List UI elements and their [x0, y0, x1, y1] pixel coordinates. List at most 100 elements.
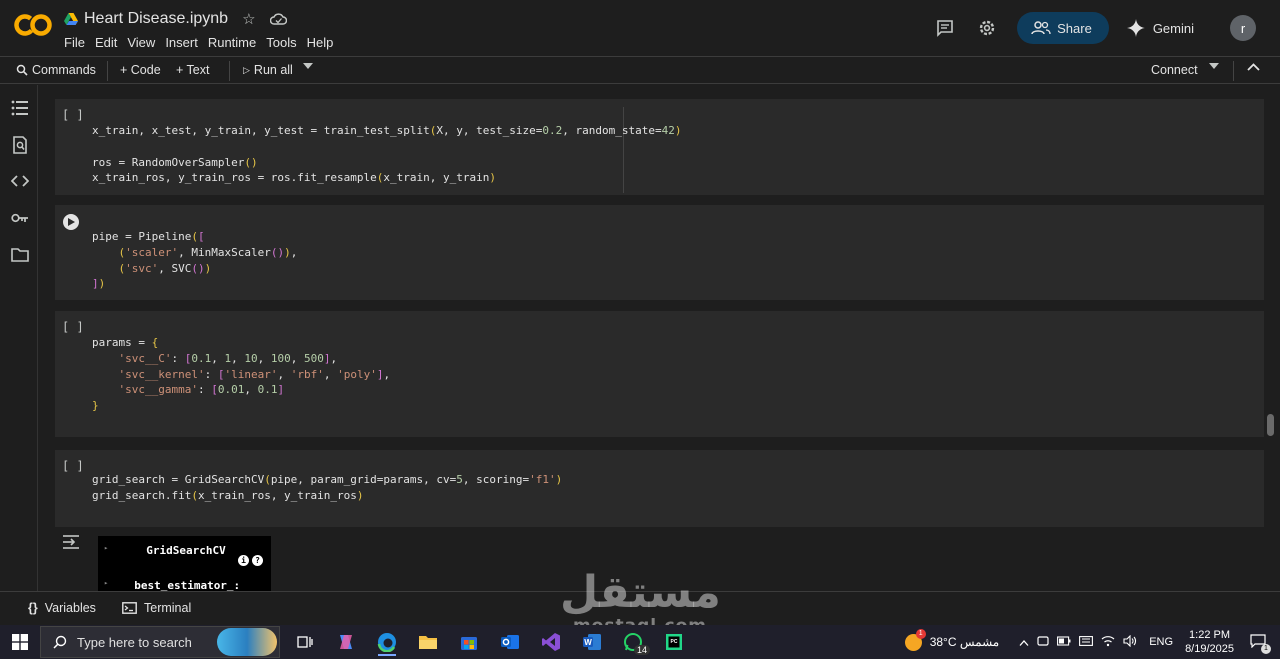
windows-start-icon[interactable]	[12, 634, 28, 650]
microsoft-store-icon[interactable]	[454, 628, 484, 656]
whatsapp-badge: 14	[633, 645, 650, 655]
code-cell[interactable]: [ ] params = { 'svc__C': [0.1, 1, 10, 10…	[55, 311, 1264, 437]
outlook-icon[interactable]	[495, 628, 525, 656]
copilot-icon[interactable]	[331, 628, 361, 656]
file-explorer-icon[interactable]	[413, 628, 443, 656]
cell-execution-count[interactable]: [ ]	[62, 320, 84, 334]
run-all-dropdown-chevron-down-icon[interactable]	[303, 63, 313, 69]
clock-time: 1:22 PM	[1189, 629, 1231, 641]
gridsearch-title: GridSearchCV	[146, 544, 226, 557]
variables-label: Variables	[44, 601, 96, 615]
secrets-key-icon[interactable]	[11, 209, 29, 227]
braces-icon: {}	[28, 601, 38, 615]
system-tray: 1 38°C مشمس ENG 1:22 PM 8/19/2025 1	[904, 625, 1280, 659]
gridsearch-header[interactable]: ▸ GridSearchCV	[104, 544, 226, 557]
menu-insert[interactable]: Insert	[165, 35, 198, 50]
search-highlight-image-icon	[217, 628, 277, 656]
weather-badge: 1	[915, 628, 926, 639]
gemini-button[interactable]: Gemini	[1126, 19, 1194, 37]
vertical-scrollbar[interactable]	[1267, 414, 1274, 436]
info-icon[interactable]: i	[238, 555, 249, 566]
network-wifi-icon[interactable]	[1101, 635, 1115, 650]
commands-button[interactable]: Commands	[16, 63, 96, 77]
code-editor[interactable]: pipe = Pipeline([ ('scaler', MinMaxScale…	[92, 229, 297, 292]
menu-help[interactable]: Help	[307, 35, 334, 50]
clock-date: 8/19/2025	[1185, 643, 1234, 655]
collapse-chevron-up-icon[interactable]	[1247, 63, 1260, 71]
settings-gear-icon[interactable]	[971, 12, 1003, 44]
people-icon	[1031, 21, 1051, 35]
best-estimator-label: best_estimator_:	[134, 579, 241, 591]
taskbar-search[interactable]: Type here to search	[40, 626, 280, 658]
pycharm-icon[interactable]: PC	[659, 628, 689, 656]
tray-chevron-up-icon[interactable]	[1019, 635, 1029, 649]
help-icon[interactable]: ?	[252, 555, 263, 566]
search-placeholder: Type here to search	[77, 634, 192, 650]
notebook-content: [ ] x_train, x_test, y_train, y_test = t…	[38, 85, 1266, 591]
cell-execution-count[interactable]: [ ]	[62, 108, 84, 122]
windows-taskbar: Type here to search W 14 PC 1 38°C مشمس	[0, 625, 1280, 659]
battery-icon[interactable]	[1057, 635, 1071, 649]
notification-center-icon[interactable]: 1	[1250, 633, 1271, 654]
connect-button[interactable]: Connect	[1151, 63, 1198, 77]
bottom-bar: {} Variables Terminal	[0, 591, 1280, 624]
header-actions: Share Gemini r	[929, 12, 1280, 44]
edge-browser-icon[interactable]	[372, 628, 402, 656]
files-folder-icon[interactable]	[11, 246, 29, 264]
drive-icon	[64, 13, 78, 25]
code-cell[interactable]: [ ] grid_search = GridSearchCV(pipe, par…	[55, 450, 1264, 527]
run-cell-play-icon[interactable]	[63, 214, 79, 230]
svg-text:W: W	[584, 638, 592, 647]
left-sidebar	[0, 85, 38, 591]
code-cell[interactable]: pipe = Pipeline([ ('scaler', MinMaxScale…	[55, 205, 1264, 300]
widget-info-buttons: i ?	[238, 555, 263, 566]
toolbar-divider	[107, 61, 108, 81]
menu-view[interactable]: View	[127, 35, 155, 50]
menu-runtime[interactable]: Runtime	[208, 35, 256, 50]
cell-execution-count[interactable]: [ ]	[62, 459, 84, 473]
user-avatar[interactable]: r	[1230, 15, 1256, 41]
colab-logo[interactable]	[14, 12, 52, 38]
word-icon[interactable]: W	[577, 628, 607, 656]
expand-triangle-icon[interactable]: ▸	[104, 544, 108, 557]
menu-file[interactable]: File	[64, 35, 85, 50]
run-all-button[interactable]: ▷ Run all	[243, 63, 293, 77]
meet-now-icon[interactable]	[1037, 635, 1049, 650]
weather-icon[interactable]: 1	[904, 628, 926, 651]
play-icon: ▷	[243, 64, 250, 75]
code-editor[interactable]: grid_search = GridSearchCV(pipe, param_g…	[92, 472, 562, 504]
menu-edit[interactable]: Edit	[95, 35, 117, 50]
output-actions-icon[interactable]	[62, 534, 80, 552]
task-view-icon[interactable]	[290, 628, 320, 656]
share-button[interactable]: Share	[1017, 12, 1109, 44]
terminal-button[interactable]: Terminal	[122, 601, 191, 615]
whatsapp-icon[interactable]: 14	[618, 628, 650, 656]
menu-tools[interactable]: Tools	[266, 35, 296, 50]
best-estimator-header[interactable]: ▸ best_estimator_:	[104, 579, 240, 591]
commands-label: Commands	[32, 63, 96, 77]
add-text-button[interactable]: + Text	[176, 63, 209, 77]
add-code-button[interactable]: + Code	[120, 63, 161, 77]
search-icon	[53, 635, 67, 649]
code-cell[interactable]: [ ] x_train, x_test, y_train, y_test = t…	[55, 99, 1264, 195]
code-editor[interactable]: params = { 'svc__C': [0.1, 1, 10, 100, 5…	[92, 335, 390, 414]
cloud-icon[interactable]	[269, 12, 287, 26]
menu-bar: File Edit View Insert Runtime Tools Help	[64, 35, 333, 50]
find-replace-icon[interactable]	[11, 136, 29, 154]
volume-icon[interactable]	[1123, 634, 1137, 650]
weather-text[interactable]: 38°C مشمس	[930, 635, 1000, 649]
star-icon[interactable]: ☆	[242, 10, 255, 28]
system-clock[interactable]: 1:22 PM 8/19/2025	[1185, 628, 1234, 656]
input-language[interactable]: ENG	[1149, 636, 1173, 648]
notebook-title[interactable]: Heart Disease.ipynb	[84, 10, 228, 28]
connect-dropdown-chevron-down-icon[interactable]	[1209, 63, 1219, 69]
variables-button[interactable]: {} Variables	[28, 601, 96, 615]
code-editor[interactable]: x_train, x_test, y_train, y_test = train…	[92, 123, 681, 186]
visual-studio-icon[interactable]	[536, 628, 566, 656]
table-of-contents-icon[interactable]	[11, 99, 29, 117]
comment-icon[interactable]	[929, 12, 961, 44]
gridsearch-output-widget: ▸ GridSearchCV i ? ▸ best_estimator_:	[98, 536, 271, 591]
code-snippets-icon[interactable]	[11, 172, 29, 190]
expand-triangle-icon[interactable]: ▸	[104, 579, 108, 591]
keyboard-icon[interactable]	[1079, 635, 1094, 649]
